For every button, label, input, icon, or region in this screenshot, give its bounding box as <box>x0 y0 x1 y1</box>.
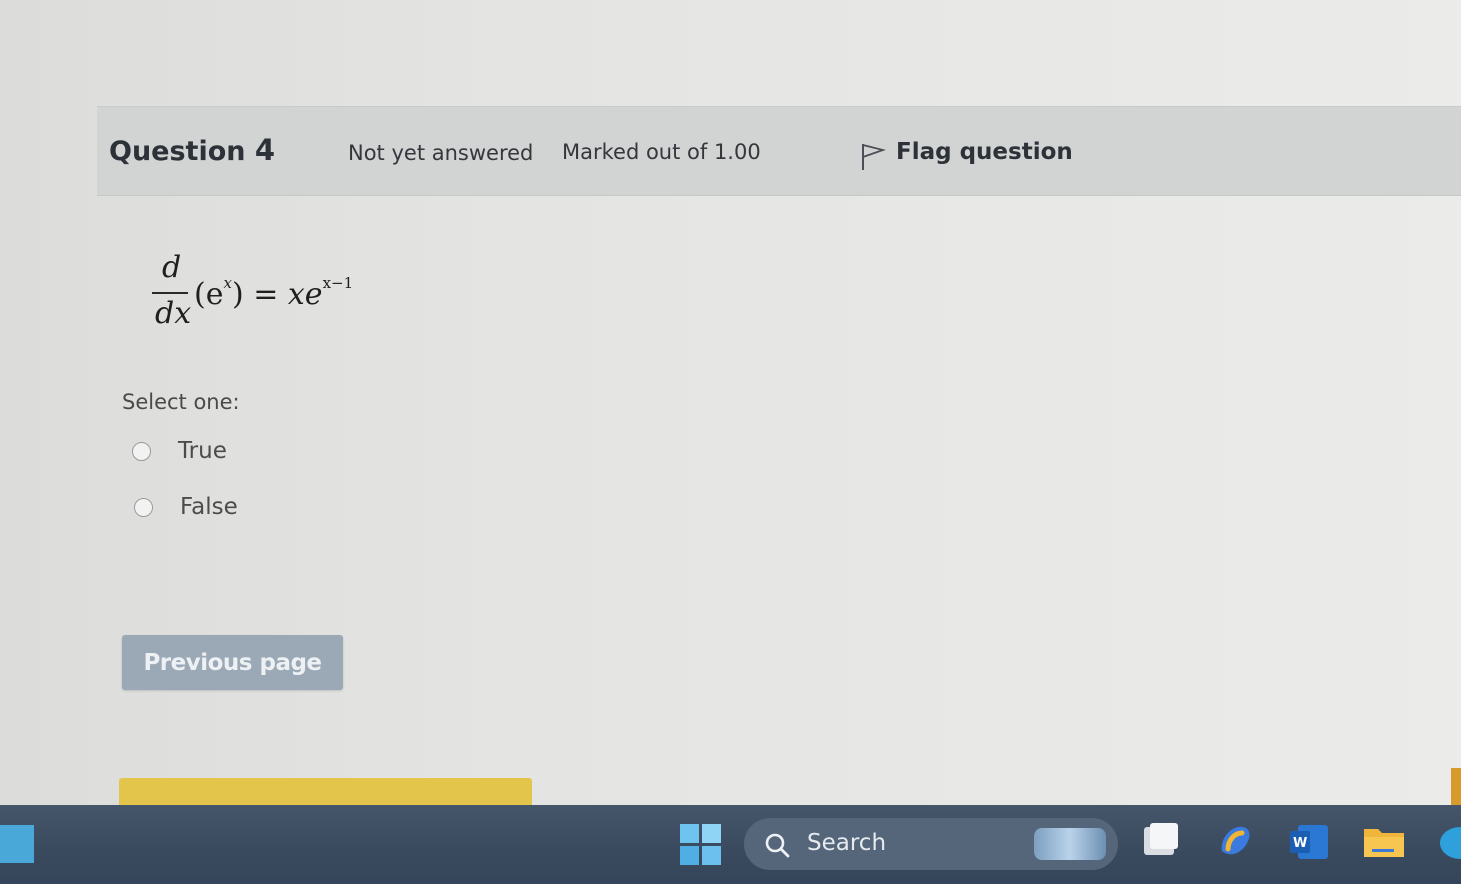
search-highlight-image <box>1034 828 1106 860</box>
question-number-value: 4 <box>254 133 276 167</box>
question-formula: d dx (ex) = xex−1 <box>150 250 380 340</box>
option-label-true: True <box>178 438 227 464</box>
fraction-bar <box>152 292 188 294</box>
partial-side-element <box>1451 768 1461 805</box>
answer-option-false[interactable]: False <box>134 494 238 520</box>
question-state: Not yet answered <box>348 141 534 165</box>
formula-expression: (ex) = xex−1 <box>194 274 353 312</box>
word-icon[interactable]: W <box>1288 821 1330 863</box>
option-label-false: False <box>180 494 238 520</box>
start-icon[interactable] <box>680 824 721 865</box>
edge-icon[interactable] <box>1436 821 1461 863</box>
flag-question-label: Flag question <box>896 139 1073 165</box>
answer-option-true[interactable]: True <box>132 438 227 464</box>
radio-false[interactable] <box>134 497 153 517</box>
lhs-open: (e <box>194 277 224 312</box>
taskbar-search-box[interactable]: Search <box>744 818 1118 870</box>
lhs-close: ) <box>231 277 244 312</box>
question-label: Question <box>109 136 246 167</box>
equals-sign: = <box>253 277 279 312</box>
copilot-icon[interactable] <box>1214 821 1256 863</box>
previous-page-button[interactable]: Previous page <box>122 635 343 690</box>
select-one-prompt: Select one: <box>122 390 240 414</box>
flag-question-link[interactable]: Flag question <box>860 132 1073 172</box>
radio-true[interactable] <box>132 441 151 461</box>
question-grade: Marked out of 1.00 <box>562 140 761 164</box>
rhs-base: xe <box>287 277 323 312</box>
fraction-denominator: dx <box>155 296 192 331</box>
svg-text:W: W <box>1293 836 1307 851</box>
partial-banner <box>119 778 532 805</box>
question-info-bar: Question 4 Not yet answered Marked out o… <box>97 106 1461 196</box>
rhs-exponent: x−1 <box>322 274 354 292</box>
search-icon <box>765 833 790 858</box>
lhs-exponent: x <box>223 274 232 292</box>
folder-icon[interactable] <box>1362 821 1406 863</box>
flag-icon <box>862 144 886 170</box>
files-icon[interactable] <box>1140 821 1182 863</box>
taskbar: Search W <box>0 805 1461 884</box>
search-label: Search <box>807 830 887 856</box>
fraction-numerator: d <box>162 250 182 285</box>
question-number: Question 4 <box>109 133 275 167</box>
taskbar-left-icon[interactable] <box>0 825 34 863</box>
